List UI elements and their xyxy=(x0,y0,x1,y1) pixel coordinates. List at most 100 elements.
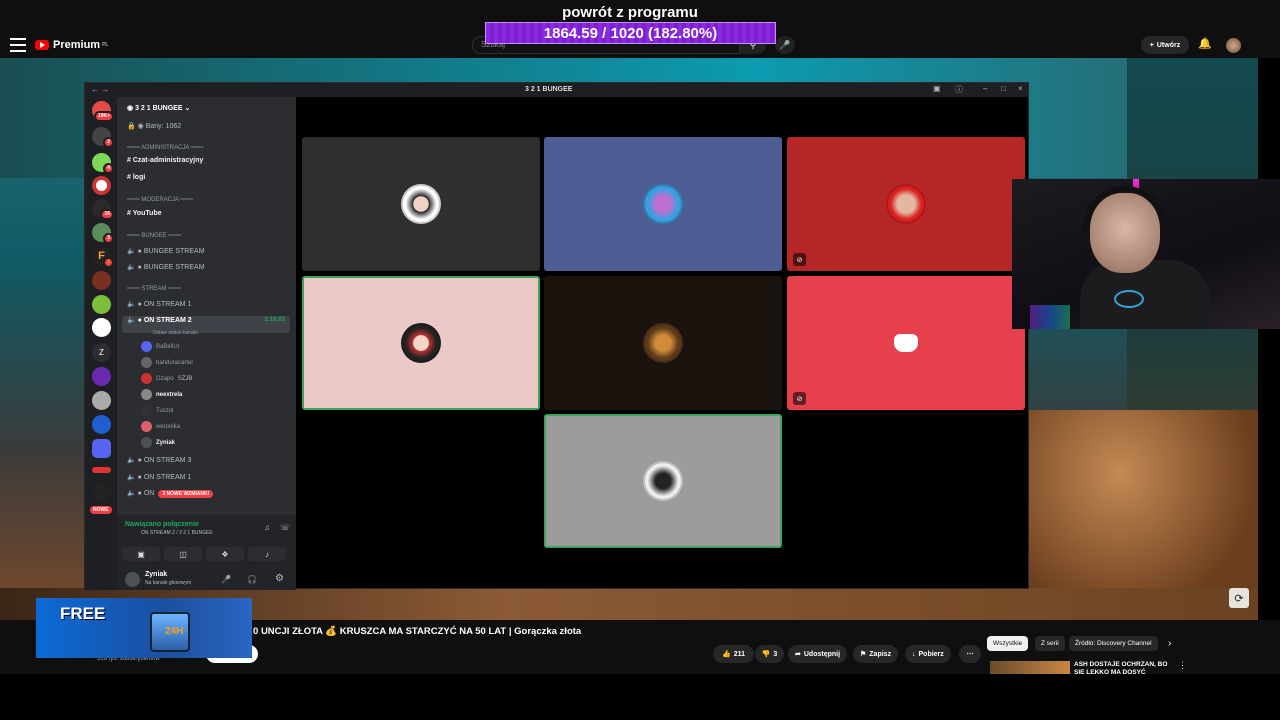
server-icon[interactable] xyxy=(92,467,111,473)
create-button[interactable]: + Utwórz xyxy=(1141,36,1189,54)
avatar xyxy=(141,341,152,352)
like-button[interactable]: 👍 211 xyxy=(713,645,754,663)
category-moderacja[interactable]: ═══ MODERACJA ═══ xyxy=(127,197,193,203)
avatar[interactable] xyxy=(1226,38,1241,53)
download-button[interactable]: ↓ Pobierz xyxy=(905,645,951,663)
channel-status-hint[interactable]: Ustaw status kanału xyxy=(153,330,198,336)
user-avatar[interactable] xyxy=(125,572,140,587)
mic-icon[interactable]: 🎤 xyxy=(775,36,795,54)
bany-channel[interactable]: 🔒 ◉ Bany: 1062 xyxy=(127,122,181,130)
more-actions-button[interactable]: ⋯ xyxy=(959,645,981,663)
create-label: Utwórz xyxy=(1156,41,1181,49)
avatar xyxy=(141,421,152,432)
mentions-badge[interactable]: 3 NOWE WZMIANKI xyxy=(158,490,214,498)
youtube-logo[interactable]: Premium PL xyxy=(35,39,108,51)
ad-free-text: FREE xyxy=(60,604,106,623)
voice-user[interactable]: Gzapo SZJB xyxy=(141,373,192,384)
headphones-icon[interactable]: 🎧 xyxy=(247,575,257,584)
back-arrow-icon[interactable]: ← → xyxy=(91,85,109,94)
voice-status[interactable]: Nawiązano połączenie xyxy=(125,521,199,528)
server-icon[interactable]: 16 xyxy=(92,199,114,220)
server-icon[interactable]: 3 xyxy=(92,223,114,244)
chip-series[interactable]: Z serii xyxy=(1035,636,1065,651)
recommended-title[interactable]: ASH DOSTAJE OCHRZAN, BO SIĘ LEKKO MA DOS… xyxy=(1074,661,1174,675)
save-button[interactable]: ⚑ Zapisz xyxy=(853,645,899,663)
folder-icon[interactable] xyxy=(92,439,111,458)
channel-youtube[interactable]: # YouTube xyxy=(122,210,290,217)
voice-channel-onstream-1[interactable]: 🔈 ● ON STREAM 1 xyxy=(122,300,290,308)
participant-tile[interactable] xyxy=(544,137,782,271)
avatar xyxy=(141,373,152,384)
server-icon[interactable]: 19K+ xyxy=(92,101,114,122)
server-icon[interactable] xyxy=(92,295,111,314)
participant-tile[interactable] xyxy=(544,276,782,410)
chip-all[interactable]: Wszystkie xyxy=(987,636,1029,651)
voice-channel-onstream-1b[interactable]: 🔈 ● ON STREAM 1 xyxy=(122,473,290,481)
voice-user[interactable]: Tuszol xyxy=(141,405,173,416)
server-icon[interactable]: 4 xyxy=(92,153,114,174)
noise-icon[interactable]: ♫ xyxy=(264,523,270,532)
server-icon[interactable]: F1 xyxy=(92,247,114,268)
voice-user[interactable]: neextrela xyxy=(141,389,182,400)
bell-icon[interactable]: 🔔 xyxy=(1198,37,1212,50)
user-name: banduracartel xyxy=(156,359,193,366)
voice-user[interactable]: BaBeliUr xyxy=(141,341,180,352)
autoplay-icon[interactable]: ⟳ xyxy=(1229,588,1249,608)
voice-channel-bungee-2[interactable]: 🔈 ● BUNGEE STREAM xyxy=(122,263,290,271)
inbox-icon[interactable]: ▣ xyxy=(933,84,941,93)
user-name: Gzapo xyxy=(156,375,174,382)
recommended-thumbnail[interactable] xyxy=(990,661,1070,675)
voice-user[interactable]: banduracartel xyxy=(141,357,193,368)
voice-user[interactable]: weronika xyxy=(141,421,180,432)
voice-user[interactable]: Zyniak xyxy=(141,437,175,448)
screen-share-button[interactable]: ◫ xyxy=(164,547,202,561)
microphone-icon[interactable]: 🎤 xyxy=(221,575,231,584)
server-icon[interactable] xyxy=(92,367,111,386)
participant-tile[interactable] xyxy=(302,276,540,410)
user-name[interactable]: Zyniak xyxy=(145,571,167,578)
bookmark-icon: ⚑ xyxy=(860,651,867,658)
server-icon[interactable]: 2 xyxy=(92,127,114,148)
camera-button[interactable]: ▣ xyxy=(122,547,160,561)
maximize-icon[interactable]: □ xyxy=(1001,84,1006,93)
chip-source[interactable]: Źródło: Discovery Channel xyxy=(1069,636,1158,651)
minimize-icon[interactable]: – xyxy=(983,84,987,93)
channel-logi[interactable]: # logi xyxy=(122,174,290,181)
voice-channel-path[interactable]: ON STREAM 2 / 3 2 1 BUNGEE xyxy=(141,530,213,536)
server-icon[interactable] xyxy=(92,391,111,410)
voice-channel-onstream-last[interactable]: 🔈 ● ON 3 NOWE WZMIANKI xyxy=(122,489,290,498)
channel-label: ON STREAM 2 xyxy=(143,317,192,324)
close-icon[interactable]: × xyxy=(1018,84,1023,93)
chevron-right-icon[interactable]: › xyxy=(1168,638,1171,649)
soundboard-button[interactable]: ♪ xyxy=(248,547,286,561)
participant-tile[interactable] xyxy=(544,414,782,548)
voice-channel-onstream-2[interactable]: 🔈 ● ON STREAM 2 2:18:03 xyxy=(122,316,290,333)
help-icon[interactable]: ⓘ xyxy=(955,84,963,95)
disconnect-icon[interactable]: ☏ xyxy=(280,523,290,532)
participant-tile[interactable]: ⊘ xyxy=(787,276,1025,410)
new-badge[interactable]: NOWE xyxy=(90,506,112,514)
voice-channel-bungee-1[interactable]: 🔈 ● BUNGEE STREAM xyxy=(122,247,290,255)
server-name[interactable]: ◉ 3 2 1 BUNGEE ⌄ xyxy=(127,104,190,112)
activities-button[interactable]: ❖ xyxy=(206,547,244,561)
server-icon[interactable] xyxy=(92,271,111,290)
channel-label: ON STREAM 3 xyxy=(143,457,192,464)
server-icon[interactable] xyxy=(92,415,111,434)
participant-tile[interactable]: ⊘ xyxy=(787,137,1025,271)
server-icon[interactable] xyxy=(92,483,111,502)
category-admin[interactable]: ═══ ADMINISTRACJA ═══ xyxy=(127,145,204,151)
participant-tile[interactable] xyxy=(302,137,540,271)
category-stream[interactable]: ═══ STREAM ═══ xyxy=(127,286,181,292)
server-badge: 4 xyxy=(103,163,114,174)
menu-icon[interactable] xyxy=(10,38,26,52)
share-button[interactable]: ➦ Udostępnij xyxy=(788,645,848,663)
server-icon[interactable] xyxy=(92,176,111,195)
category-bungee[interactable]: ═══ BUNGEE ═══ xyxy=(127,233,181,239)
gear-icon[interactable]: ⚙ xyxy=(275,573,284,584)
server-icon[interactable] xyxy=(92,318,111,337)
voice-channel-onstream-3[interactable]: 🔈 ● ON STREAM 3 xyxy=(122,456,290,464)
channel-czat[interactable]: # Czat-administracyjny xyxy=(122,157,290,164)
more-vert-icon[interactable]: ⋮ xyxy=(1178,660,1187,671)
server-icon[interactable]: Z xyxy=(92,343,111,362)
dislike-button[interactable]: 👎 3 xyxy=(755,645,784,663)
